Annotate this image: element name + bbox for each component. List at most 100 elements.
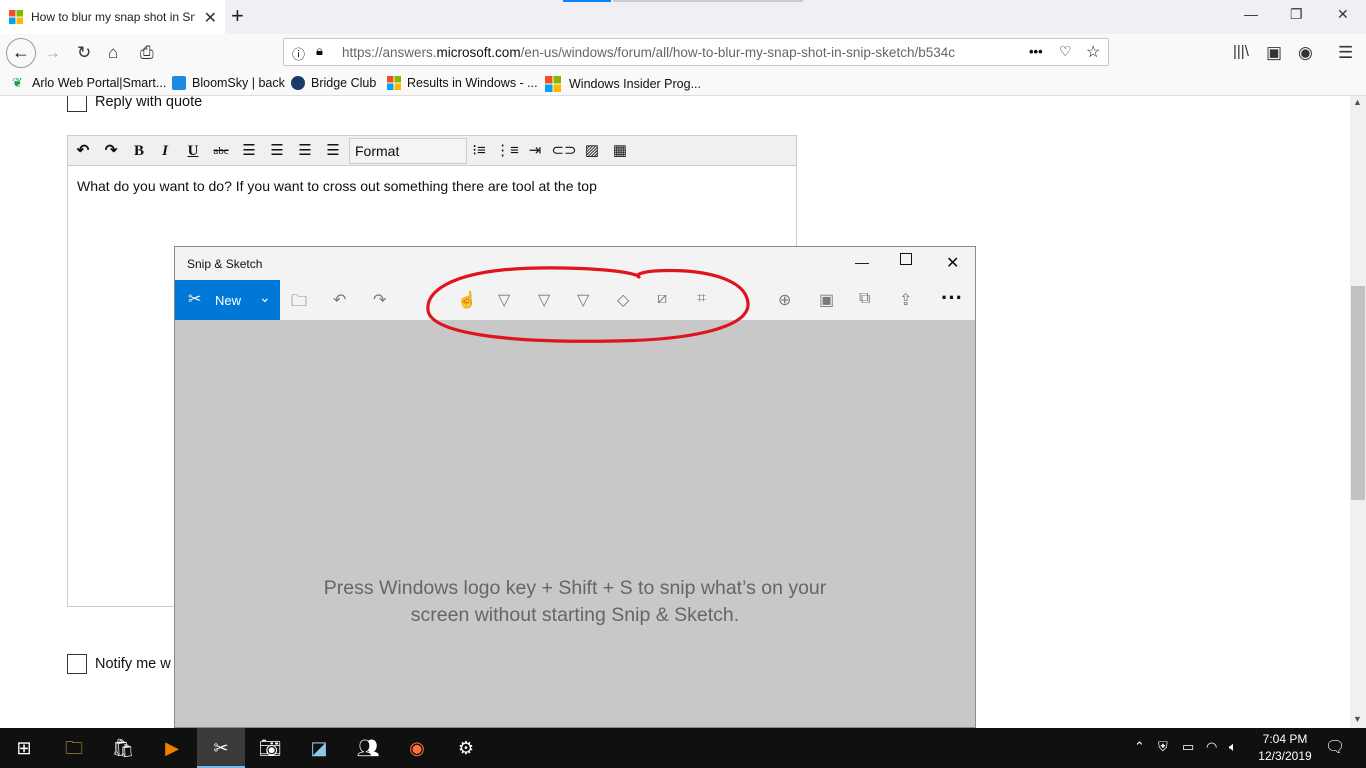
bulleted-list-icon[interactable]: ⁝≡ bbox=[466, 139, 492, 163]
bookmark-item[interactable]: Windows Insider Prog... bbox=[545, 76, 701, 92]
snip-maximize-icon[interactable] bbox=[900, 253, 912, 265]
url-bar[interactable]: ⓘ 🔒︎ https://answers.microsoft.com/en-us… bbox=[283, 38, 1109, 66]
store-icon[interactable]: 🛍︎ bbox=[99, 728, 147, 768]
account-icon[interactable]: ◉ bbox=[1298, 43, 1313, 63]
format-dropdown[interactable]: Format bbox=[349, 138, 467, 164]
link-icon[interactable]: ⊂⊃ bbox=[551, 139, 577, 163]
show-hidden-icons-icon[interactable]: ⌃ bbox=[1134, 739, 1145, 755]
file-explorer-icon[interactable]: 🗀︎ bbox=[50, 728, 98, 768]
tab-indicator bbox=[563, 0, 611, 2]
snip-title: Snip & Sketch bbox=[187, 257, 263, 271]
justify-icon[interactable]: ☰ bbox=[320, 139, 346, 163]
bookmark-item[interactable]: Bridge Club bbox=[291, 76, 376, 90]
underline-icon[interactable]: U bbox=[180, 139, 206, 163]
scroll-up-icon[interactable]: ▲ bbox=[1353, 97, 1362, 107]
info-icon[interactable]: ⓘ bbox=[292, 44, 305, 63]
more-options-icon[interactable]: ··· bbox=[941, 285, 963, 311]
bookmark-item[interactable]: Results in Windows - ... bbox=[387, 76, 538, 90]
people-icon[interactable]: 👥︎ bbox=[344, 728, 392, 768]
copy-icon[interactable]: ⧉ bbox=[859, 290, 870, 308]
bridge-club-icon bbox=[291, 76, 305, 90]
align-left-icon[interactable]: ☰ bbox=[236, 139, 262, 163]
image-icon[interactable]: ▨ bbox=[579, 139, 605, 163]
close-tab-icon[interactable]: ✕ bbox=[204, 8, 217, 28]
snip-icon: ✂ bbox=[188, 291, 202, 308]
strikethrough-icon[interactable]: abc bbox=[208, 139, 234, 163]
arlo-icon: ❦ bbox=[12, 75, 23, 90]
menu-icon[interactable]: ☰ bbox=[1338, 43, 1353, 63]
redo-icon[interactable]: ↷ bbox=[98, 139, 124, 163]
settings-gear-icon[interactable]: ⚙ bbox=[442, 728, 490, 768]
security-icon[interactable]: ⛨ bbox=[1158, 739, 1168, 755]
new-tab-button[interactable]: + bbox=[231, 3, 244, 29]
red-annotation-circle bbox=[426, 266, 750, 343]
volume-icon[interactable]: 🔈︎ bbox=[1229, 739, 1237, 755]
close-window-icon[interactable]: ✕ bbox=[1337, 6, 1349, 23]
reply-with-quote-checkbox[interactable] bbox=[67, 96, 87, 112]
navigation-bar: ← → ↻ ⌂ ⎙ ⓘ 🔒︎ https://answers.microsoft… bbox=[0, 34, 1366, 72]
bookmark-item[interactable]: BloomSky | back bbox=[172, 76, 285, 90]
snip-minimize-icon[interactable]: — bbox=[855, 254, 869, 270]
restore-icon[interactable]: ❐ bbox=[1290, 6, 1303, 23]
bookmarks-bar: ❦ Arlo Web Portal|Smart... BloomSky | bac… bbox=[0, 72, 1366, 96]
forward-icon[interactable]: → bbox=[44, 43, 61, 63]
snip-close-icon[interactable]: ✕ bbox=[946, 253, 959, 273]
back-button[interactable]: ← bbox=[6, 38, 36, 68]
align-right-icon[interactable]: ☰ bbox=[292, 139, 318, 163]
minimize-icon[interactable]: — bbox=[1244, 6, 1258, 22]
bold-icon[interactable]: B bbox=[126, 139, 152, 163]
indent-icon[interactable]: ⇥ bbox=[522, 139, 548, 163]
snip-hint-line2: screen without starting Snip & Sketch. bbox=[410, 604, 740, 626]
chevron-down-icon[interactable]: ⌄ bbox=[259, 289, 271, 306]
microsoft-logo-icon bbox=[545, 76, 561, 92]
table-icon[interactable]: ▦ bbox=[607, 139, 633, 163]
media-player-icon[interactable]: ▶ bbox=[148, 728, 196, 768]
pocket-icon[interactable]: ♡ bbox=[1059, 43, 1072, 60]
firefox-icon[interactable]: ◉ bbox=[393, 728, 441, 768]
save-icon[interactable]: ▣ bbox=[819, 290, 834, 310]
bookmark-item[interactable]: ❦ Arlo Web Portal|Smart... bbox=[12, 75, 166, 91]
zoom-icon[interactable]: ⊕ bbox=[778, 290, 791, 310]
page-scrollbar[interactable]: ▲ ▼ bbox=[1350, 96, 1366, 728]
battery-icon[interactable]: ▭ bbox=[1182, 739, 1194, 755]
tab-strip: How to blur my snap shot in Snip & Sketc… bbox=[0, 0, 1366, 34]
system-clock[interactable]: 7:04 PM 12/3/2019 bbox=[1250, 731, 1320, 765]
undo-icon[interactable]: ↶ bbox=[70, 139, 96, 163]
snip-hint-line1: Press Windows logo key + Shift + S to sn… bbox=[323, 577, 827, 599]
tab-indicator-secondary bbox=[613, 0, 803, 2]
scroll-down-icon[interactable]: ▼ bbox=[1353, 714, 1362, 724]
microsoft-logo-icon bbox=[387, 76, 401, 90]
url-text: https://answers.microsoft.com/en-us/wind… bbox=[342, 45, 955, 60]
home-icon[interactable]: ⌂ bbox=[108, 43, 118, 63]
open-folder-icon[interactable]: 🗀︎ bbox=[291, 290, 307, 317]
camera-icon[interactable]: 📷︎ bbox=[246, 728, 294, 768]
sidebar-icon[interactable]: ▣ bbox=[1266, 43, 1282, 63]
align-center-icon[interactable]: ☰ bbox=[264, 139, 290, 163]
snip-sketch-taskbar-icon[interactable]: ✂ bbox=[197, 728, 245, 768]
clock-time: 7:04 PM bbox=[1262, 732, 1308, 746]
lock-icon[interactable]: 🔒︎ bbox=[316, 43, 323, 59]
notify-me-label: Notify me w bbox=[95, 656, 171, 672]
tab-title: How to blur my snap shot in Snip & Sketc… bbox=[31, 10, 195, 24]
wifi-icon[interactable]: ◠ bbox=[1206, 739, 1217, 755]
italic-icon[interactable]: I bbox=[152, 139, 178, 163]
share-icon[interactable]: ⇪ bbox=[899, 290, 912, 310]
library-icon[interactable]: |||\ bbox=[1233, 43, 1249, 60]
scrollbar-thumb[interactable] bbox=[1351, 286, 1365, 500]
bookmark-star-icon[interactable]: ☆ bbox=[1086, 42, 1100, 62]
taskbar: ⊞ 🗀︎ 🛍︎ ▶ ✂ 📷︎ ◪ 👥︎ ◉ ⚙ ⌃ ⛨ ▭ ◠ 🔈︎ 7:04 … bbox=[0, 728, 1366, 768]
new-snip-label: New bbox=[215, 293, 242, 308]
page-actions-icon[interactable]: ••• bbox=[1029, 44, 1043, 59]
reload-icon[interactable]: ↻ bbox=[77, 43, 91, 63]
start-icon[interactable]: ⊞ bbox=[0, 728, 48, 768]
notifications-icon[interactable]: 🗨︎ bbox=[1325, 737, 1345, 757]
undo-icon[interactable]: ↶ bbox=[333, 290, 346, 310]
redo-icon[interactable]: ↷ bbox=[373, 290, 386, 310]
numbered-list-icon[interactable]: ⋮≡ bbox=[494, 139, 520, 163]
print-icon[interactable]: ⎙ bbox=[140, 43, 154, 63]
notes-icon[interactable]: ◪ bbox=[295, 728, 343, 768]
bloomsky-icon bbox=[172, 76, 186, 90]
new-snip-button[interactable]: ✂ New ⌄ bbox=[175, 280, 280, 320]
browser-tab[interactable]: How to blur my snap shot in Snip & Sketc… bbox=[0, 0, 225, 34]
notify-me-checkbox[interactable] bbox=[67, 654, 87, 674]
